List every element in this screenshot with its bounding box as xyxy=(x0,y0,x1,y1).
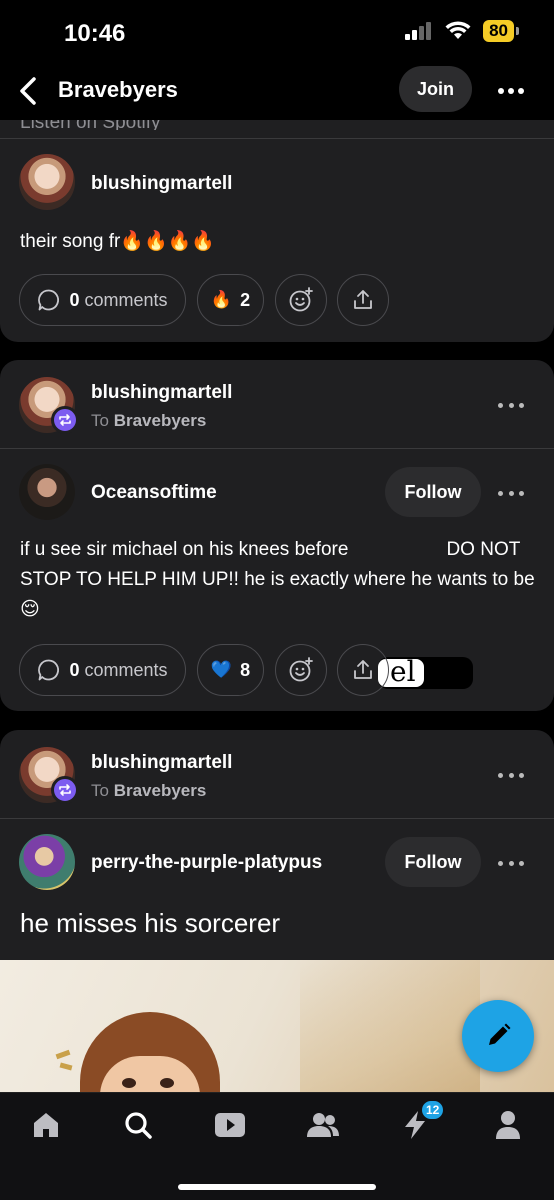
follow-button[interactable]: Follow xyxy=(385,467,481,517)
home-icon xyxy=(34,1113,58,1137)
join-button[interactable]: Join xyxy=(399,66,472,112)
share-icon xyxy=(354,660,372,679)
heart-reaction-icon: 💙 xyxy=(210,660,233,679)
feed[interactable]: Listen on Spotify blushingmartell their … xyxy=(0,120,554,1092)
signal-icon xyxy=(405,22,432,40)
comment-bubble-icon xyxy=(38,659,60,681)
people-icon xyxy=(307,1113,339,1137)
post-more-icon[interactable] xyxy=(498,400,524,410)
community-header: Bravebyers Join xyxy=(0,62,554,120)
post-more-icon[interactable] xyxy=(498,858,524,868)
redaction-mark: el xyxy=(378,657,473,689)
comments-label: comments xyxy=(84,289,168,310)
wifi-icon xyxy=(445,21,471,39)
avatar[interactable] xyxy=(19,834,75,890)
avatar[interactable] xyxy=(19,464,75,520)
tab-search[interactable] xyxy=(120,1107,156,1143)
tab-video[interactable] xyxy=(212,1107,248,1143)
post-more-icon[interactable] xyxy=(498,488,524,498)
post-text: he misses his sorcerer xyxy=(20,908,281,938)
divider xyxy=(0,138,554,139)
reblog-destination: To Bravebyers xyxy=(91,411,206,431)
compose-button[interactable] xyxy=(462,1000,534,1072)
reaction-count: 2 xyxy=(240,289,251,310)
reblogger-name[interactable]: blushingmartell xyxy=(91,382,232,404)
tab-communities[interactable] xyxy=(305,1107,341,1143)
status-time: 10:46 xyxy=(64,20,126,47)
status-indicators: 80 xyxy=(405,20,519,42)
reblog-to[interactable]: Bravebyers xyxy=(114,781,207,800)
share-icon xyxy=(354,290,372,309)
post-author[interactable]: Oceansoftime xyxy=(91,482,217,504)
comment-bubble-icon xyxy=(38,289,60,311)
comments-button[interactable]: 0 comments xyxy=(19,644,186,696)
account-icon xyxy=(496,1111,520,1139)
share-button[interactable] xyxy=(337,274,389,326)
spotify-link-text[interactable]: Listen on Spotify xyxy=(20,120,160,130)
reblog-destination: To Bravebyers xyxy=(91,781,206,801)
comments-count: 0 xyxy=(69,289,80,310)
divider xyxy=(0,448,554,449)
reblog-icon xyxy=(51,406,79,434)
share-button[interactable] xyxy=(337,644,389,696)
divider xyxy=(0,818,554,819)
community-title: Bravebyers xyxy=(58,77,178,102)
post-text: if u see sir michael on his knees before… xyxy=(20,535,540,625)
add-emoji-icon xyxy=(289,287,313,312)
post-author[interactable]: blushingmartell xyxy=(91,173,232,195)
reactions-button[interactable]: 🔥 2 xyxy=(197,274,264,326)
post-text: their song fr🔥🔥🔥🔥 xyxy=(20,231,215,252)
reaction-count: 8 xyxy=(240,659,251,680)
follow-button[interactable]: Follow xyxy=(385,837,481,887)
comments-label: comments xyxy=(84,659,168,680)
reblog-to-prefix: To xyxy=(91,781,109,800)
back-chevron-icon[interactable] xyxy=(16,76,42,106)
add-reaction-button[interactable] xyxy=(275,644,327,696)
reblog-to-prefix: To xyxy=(91,411,109,430)
reblogger-name[interactable]: blushingmartell xyxy=(91,752,232,774)
comments-button[interactable]: 0 comments xyxy=(19,274,186,326)
add-emoji-icon xyxy=(289,657,313,682)
post-card: Listen on Spotify blushingmartell their … xyxy=(0,120,554,342)
play-icon xyxy=(215,1113,245,1137)
tab-home[interactable] xyxy=(28,1107,64,1143)
avatar[interactable] xyxy=(19,154,75,210)
post-more-icon[interactable] xyxy=(498,770,524,780)
reblog-to[interactable]: Bravebyers xyxy=(114,411,207,430)
home-indicator xyxy=(178,1184,376,1190)
pencil-icon xyxy=(489,1023,511,1045)
post-card: blushingmartell To Bravebyers Oceansofti… xyxy=(0,360,554,711)
reblog-icon xyxy=(51,776,79,804)
fire-reaction-icon: 🔥 xyxy=(210,290,233,309)
post-author[interactable]: perry-the-purple-platypus xyxy=(91,852,322,874)
tab-account[interactable] xyxy=(490,1107,526,1143)
header-more-icon[interactable] xyxy=(498,86,524,96)
search-icon xyxy=(125,1112,152,1139)
battery-indicator: 80 xyxy=(483,20,519,42)
status-bar: 10:46 80 xyxy=(0,0,554,62)
activity-badge: 12 xyxy=(420,1099,446,1121)
reactions-button[interactable]: 💙 8 xyxy=(197,644,264,696)
comments-count: 0 xyxy=(69,659,80,680)
add-reaction-button[interactable] xyxy=(275,274,327,326)
post-text-before: if u see sir michael on his knees before xyxy=(20,539,349,560)
